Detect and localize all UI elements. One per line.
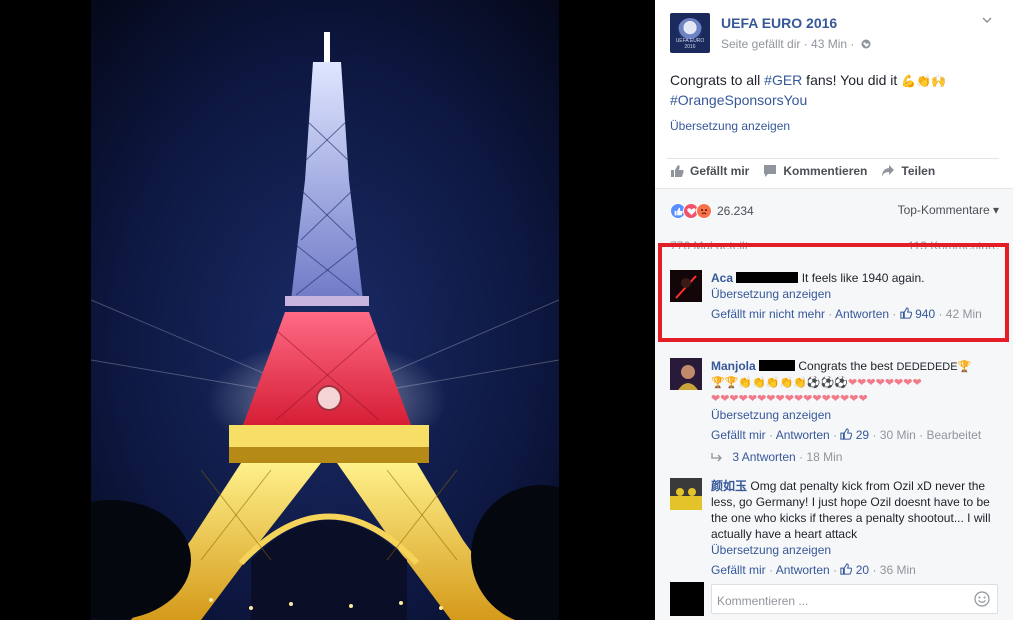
commenter-avatar[interactable] [670,478,702,510]
edited-label[interactable]: Bearbeitet [926,428,981,442]
comment-meta: Gefällt mir · Antworten · 29 · 30 Min · … [711,428,982,442]
current-user-avatar[interactable] [670,582,704,616]
post-text-suffix: fans! You did it [802,72,902,88]
emoji-smiley-icon[interactable] [974,591,990,607]
comment-time[interactable]: 36 Min [880,563,916,577]
hashtag-orange[interactable]: #OrangeSponsorsYou [670,92,807,108]
reactions-count: 26.234 [717,204,754,218]
like-label: Gefällt mir [690,164,750,178]
comment-like-count[interactable]: 29 [856,428,869,442]
comment-input-placeholder: Kommentieren ... [717,594,809,608]
comment-like-count[interactable]: 20 [856,563,869,577]
share-button[interactable]: Teilen [881,164,935,178]
post-meta-text: Seite gefällt dir · 43 Min · [721,37,855,51]
page-avatar[interactable]: UEFA EURO 2016 [670,13,710,53]
share-label: Teilen [901,164,936,178]
thumbs-up-icon [671,165,684,177]
emoji-line: ❤❤❤❤❤❤❤❤❤❤❤❤❤❤❤❤❤ [711,393,868,405]
post-translate-link[interactable]: Übersetzung anzeigen [670,119,790,133]
comment-time[interactable]: 30 Min [880,428,916,442]
hashtag-ger[interactable]: #GER [764,72,802,88]
replies-time: 18 Min [806,450,843,464]
commenter-avatar[interactable] [670,358,702,390]
post-meta: Seite gefällt dir · 43 Min · [721,37,871,51]
divider [667,158,999,159]
comment-icon [764,165,777,177]
comment-item: 颜如玉 Omg dat penalty kick from Ozil xD ne… [670,478,1000,578]
sort-dropdown[interactable]: Top-Kommentare ▾ [898,203,999,217]
thumbs-up-icon [840,563,853,575]
chevron-down-icon[interactable] [981,14,995,28]
comment-label: Kommentieren [783,164,868,178]
logo-text: UEFA EURO 2016 [675,38,705,50]
comment-meta: Gefällt mir · Antworten · 20 · 36 Min [711,563,916,577]
post-text-prefix: Congrats to all [670,72,765,88]
like-comment-button[interactable]: Gefällt mir [711,428,766,442]
photo-viewer [0,0,655,620]
reply-arrow-icon [711,453,722,462]
comment-translate-link[interactable]: Übersetzung anzeigen [711,542,1001,558]
reactions-summary[interactable]: 26.234 [670,203,754,219]
comment-author[interactable]: 颜如玉 [711,479,747,493]
like-comment-button[interactable]: Gefällt mir [711,563,766,577]
angry-reaction-icon [696,203,712,219]
comment-text: Omg dat penalty kick from Ozil xD never … [711,479,991,541]
view-replies[interactable]: 3 Antworten · 18 Min [711,450,842,464]
post-text: Congrats to all #GER fans! You did it 💪👏… [670,71,990,110]
redaction-bar [759,360,796,371]
emoji-line: DEDEDEDE🏆 [896,361,972,373]
highlight-box [658,243,1009,342]
page-name[interactable]: UEFA EURO 2016 [721,15,837,31]
post-emojis: 💪👏🙌 [901,74,946,88]
post-actions: Gefällt mir Kommentieren Teilen [670,164,935,178]
reply-button[interactable]: Antworten [776,563,830,577]
thumbs-up-icon [840,428,853,440]
comment-translate-link[interactable]: Übersetzung anzeigen [711,407,1001,423]
comment-button[interactable]: Kommentieren [763,164,867,178]
comment-author[interactable]: Manjola [711,359,756,373]
comment-body: Manjola Congrats the best DEDEDEDE🏆 🏆🏆👏👏… [711,358,1001,443]
replies-count: 3 Antworten [732,450,796,464]
eiffel-tower-photo[interactable] [91,0,559,620]
globe-icon [861,39,871,49]
comment-text: Congrats the best [798,359,894,373]
reply-button[interactable]: Antworten [776,428,830,442]
comment-body: 颜如玉 Omg dat penalty kick from Ozil xD ne… [711,478,1001,578]
share-icon [882,165,895,177]
like-button[interactable]: Gefällt mir [670,164,749,178]
comment-input[interactable]: Kommentieren ... [711,584,998,614]
eiffel-tower-image [91,0,559,620]
emoji-line: 🏆🏆👏👏👏👏👏⚽⚽⚽❤❤❤❤❤❤❤❤ [711,377,922,389]
comment-composer: Kommentieren ... [670,582,1000,616]
